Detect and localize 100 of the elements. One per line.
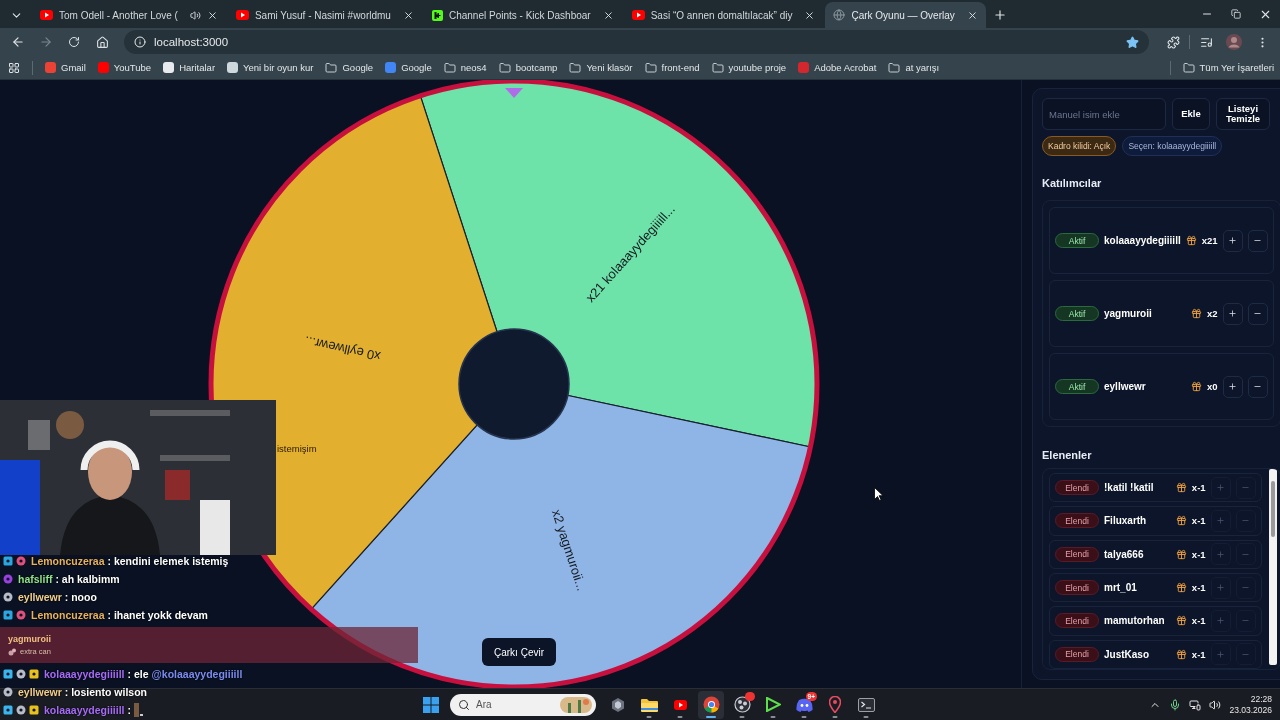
- search-field[interactable]: Ara: [450, 693, 596, 716]
- close-tab-icon[interactable]: [602, 9, 614, 21]
- back-icon[interactable]: [11, 35, 25, 49]
- forward-icon[interactable]: [39, 35, 53, 49]
- gem-badge-icon: [3, 705, 13, 715]
- bookmark-star-icon[interactable]: [1126, 35, 1139, 49]
- plus-icon: [1228, 236, 1238, 245]
- bookmark[interactable]: YouTube: [97, 62, 152, 73]
- new-tab-icon[interactable]: [992, 8, 1007, 22]
- boost-badge-icon: [3, 610, 13, 620]
- clock[interactable]: 22:28 23.03.2026: [1229, 693, 1272, 716]
- search-icon: [458, 698, 470, 711]
- folder-icon: [498, 61, 511, 74]
- bookmark[interactable]: Yeni bir oyun kur: [227, 62, 314, 73]
- bookmark[interactable]: Haritalar: [163, 62, 216, 73]
- heart-badge-icon: [3, 574, 13, 584]
- network-icon[interactable]: [1189, 698, 1202, 711]
- folder-icon: [443, 61, 456, 74]
- address-bar[interactable]: localhost:3000: [124, 30, 1149, 54]
- ticket-count: x-1: [1191, 482, 1206, 494]
- bookmark[interactable]: Yeni klasör: [569, 61, 633, 74]
- participant-name: talya666: [1104, 548, 1145, 560]
- mention-link[interactable]: @kolaaayydegiiiill: [151, 668, 243, 680]
- play-icon: [765, 697, 781, 712]
- chat-text: : ele: [127, 668, 149, 680]
- chat-text: : ihanet yokk devam: [107, 609, 208, 621]
- chat-username: eyllwewr: [18, 591, 62, 603]
- chat-username: Lemoncuzeraa: [31, 609, 105, 621]
- participant-name: mamutorhan: [1104, 615, 1166, 627]
- bookmark[interactable]: Gmail: [45, 62, 86, 73]
- caption-text: istemişim: [277, 443, 317, 454]
- plus-icon: [1216, 583, 1226, 593]
- status-badge: Elendi: [1055, 646, 1099, 662]
- start-icon[interactable]: [423, 696, 439, 713]
- avatar[interactable]: [1226, 34, 1242, 50]
- browser-tab[interactable]: Tom Odell - Another Love (: [32, 2, 226, 28]
- increment-button[interactable]: [1222, 302, 1243, 325]
- browser-tab[interactable]: Sami Yusuf - Nasimi #worldmu: [227, 2, 422, 28]
- youtube-icon: [631, 10, 645, 20]
- bookmark[interactable]: front-end: [644, 61, 700, 74]
- ticket-count: x-1: [1191, 582, 1206, 594]
- gift-icon: [1175, 482, 1187, 494]
- info-icon[interactable]: [134, 36, 146, 48]
- browser-tab[interactable]: Çark Oyunu — Overlay: [825, 2, 986, 28]
- kick-icon: [431, 9, 443, 21]
- close-tab-icon[interactable]: [966, 9, 978, 21]
- participant-name: Filuxarth: [1104, 515, 1148, 527]
- all-bookmarks[interactable]: Tüm Yer İşaretleri: [1182, 61, 1274, 74]
- points-icon: [8, 647, 16, 656]
- sub-badge-icon: [16, 556, 26, 566]
- chat-username: hafsliff: [18, 573, 53, 585]
- wolf-badge-icon: [3, 592, 13, 602]
- close-tab-icon[interactable]: [402, 9, 414, 21]
- bookmark[interactable]: youtube proje: [711, 61, 787, 74]
- sub-badge-icon: [16, 610, 26, 620]
- gift-icon: [1175, 615, 1187, 627]
- bookmark[interactable]: bootcamp: [498, 61, 558, 74]
- youtube-icon: [235, 10, 249, 20]
- reload-icon[interactable]: [68, 36, 80, 48]
- increment-button[interactable]: [1222, 375, 1243, 398]
- bookmark[interactable]: Adobe Acrobat: [798, 62, 877, 73]
- gem-badge-icon: [3, 669, 13, 679]
- add-button[interactable]: Ekle: [1172, 98, 1210, 130]
- chat-username: kolaaayydegiiiill: [44, 668, 125, 680]
- chat-text: : losiento wilson: [64, 686, 148, 698]
- folder-icon: [1182, 61, 1195, 74]
- close-tab-icon[interactable]: [804, 9, 816, 21]
- gift-icon: [1175, 515, 1187, 527]
- volume-icon[interactable]: [1209, 698, 1222, 711]
- chrome-icon: [702, 696, 720, 713]
- folder-icon: [640, 697, 658, 712]
- media-icon[interactable]: [1199, 35, 1213, 49]
- name-input[interactable]: Manuel isim ekle: [1042, 98, 1166, 130]
- extensions-icon[interactable]: [1166, 35, 1180, 49]
- chat-username: Lemoncuzeraa: [31, 555, 105, 567]
- browser-tab[interactable]: Sasi “O annen domaltılacak” diy: [623, 2, 824, 28]
- status-badge: Elendi: [1055, 613, 1099, 629]
- plus-icon: [1228, 382, 1238, 391]
- microphone-icon[interactable]: [1169, 698, 1182, 711]
- taskbar-app[interactable]: [698, 690, 724, 719]
- bookmark[interactable]: neos4: [443, 61, 487, 74]
- gift-icon: [1175, 548, 1187, 560]
- bookmark[interactable]: Google: [385, 62, 432, 73]
- restore-icon[interactable]: [1231, 9, 1241, 19]
- ticket-count: x0: [1207, 381, 1218, 392]
- close-tab-icon[interactable]: [206, 9, 218, 21]
- bookmark[interactable]: Google: [325, 61, 374, 74]
- home-icon[interactable]: [95, 35, 109, 49]
- apps-icon[interactable]: [8, 61, 20, 74]
- browser-tab[interactable]: Channel Points - Kick Dashboar: [423, 2, 622, 28]
- folder-icon: [569, 61, 582, 74]
- ticket-count: x-1: [1191, 648, 1206, 660]
- scrollbar[interactable]: [1268, 469, 1277, 665]
- boost-badge-icon: [3, 556, 13, 566]
- clear-list-button[interactable]: Listeyi Temizle: [1216, 98, 1270, 130]
- gift-icon: [1191, 381, 1202, 392]
- bookmark[interactable]: at yarışı: [888, 61, 940, 74]
- speaker-icon[interactable]: [189, 9, 201, 21]
- spin-button[interactable]: Çarkı Çevir: [482, 638, 556, 666]
- increment-button[interactable]: [1222, 229, 1243, 252]
